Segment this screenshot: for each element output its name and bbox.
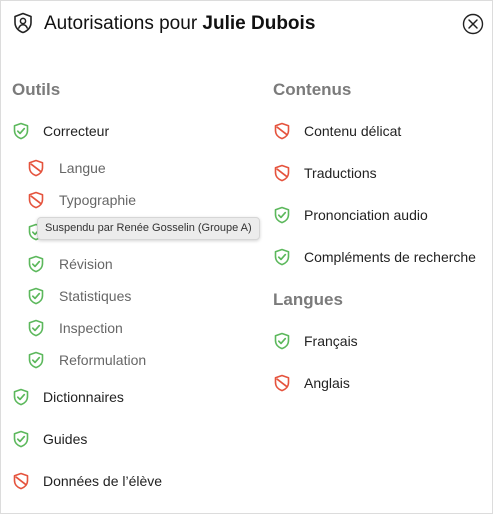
shield-slash-icon [273,122,291,140]
close-icon[interactable] [462,13,484,35]
dialog-title-user: Julie Dubois [202,13,316,34]
permission-typographie[interactable]: Typographie [27,189,136,211]
permission-dictionnaires[interactable]: Dictionnaires [12,386,124,408]
shield-slash-icon [27,191,45,209]
shield-check-icon [273,206,291,224]
permission-complements-recherche[interactable]: Compléments de recherche [273,246,476,268]
permission-label: Langue [59,160,106,176]
permission-label: Compléments de recherche [304,249,476,265]
permission-label: Statistiques [59,288,132,304]
shield-slash-icon [27,159,45,177]
shield-check-icon [273,332,291,350]
permission-label: Guides [43,431,88,447]
permission-label: Français [304,333,358,349]
shield-person-icon [14,12,32,34]
permission-label: Traductions [304,165,377,181]
permission-guides[interactable]: Guides [12,428,87,450]
section-title-contenus: Contenus [273,80,352,99]
permission-donnees-eleve[interactable]: Données de l’élève [12,470,162,492]
permission-label: Inspection [59,320,123,336]
permission-label: Données de l’élève [43,473,163,489]
shield-check-icon [27,255,45,273]
dialog-title: Autorisations pour Julie Dubois [44,12,315,36]
permission-label: Prononciation audio [304,207,428,223]
permission-traductions[interactable]: Traductions [273,162,377,184]
permission-label: Dictionnaires [43,389,124,405]
permission-label: Anglais [304,375,350,391]
permission-reformulation[interactable]: Reformulation [27,349,146,371]
permission-label: Correcteur [43,123,110,139]
permissions-dialog: Autorisations pour Julie Dubois Outils C… [0,0,493,514]
shield-check-icon [27,319,45,337]
shield-check-icon [27,351,45,369]
shield-check-icon [12,122,30,140]
shield-slash-icon [273,374,291,392]
permission-langue[interactable]: Langue [27,157,106,179]
suspension-tooltip: Suspendu par Renée Gosselin (Groupe A) [37,217,260,240]
shield-slash-icon [273,164,291,182]
section-title-outils: Outils [12,80,61,99]
permission-revision[interactable]: Révision [27,253,113,275]
permission-label: Révision [59,256,113,272]
shield-check-icon [12,430,30,448]
section-title-langues: Langues [273,290,343,309]
permission-label: Typographie [59,192,137,208]
shield-slash-icon [12,472,30,490]
permission-prononciation-audio[interactable]: Prononciation audio [273,204,428,226]
permission-label: Contenu délicat [304,123,402,139]
shield-check-icon [273,248,291,266]
permission-inspection[interactable]: Inspection [27,317,123,339]
permission-label: Reformulation [59,352,147,368]
permission-statistiques[interactable]: Statistiques [27,285,131,307]
shield-check-icon [27,287,45,305]
dialog-title-prefix: Autorisations pour [44,13,203,34]
permission-francais[interactable]: Français [273,330,358,352]
permission-anglais[interactable]: Anglais [273,372,350,394]
permission-correcteur[interactable]: Correcteur [12,120,109,142]
shield-check-icon [12,388,30,406]
permission-contenu-delicat[interactable]: Contenu délicat [273,120,401,142]
